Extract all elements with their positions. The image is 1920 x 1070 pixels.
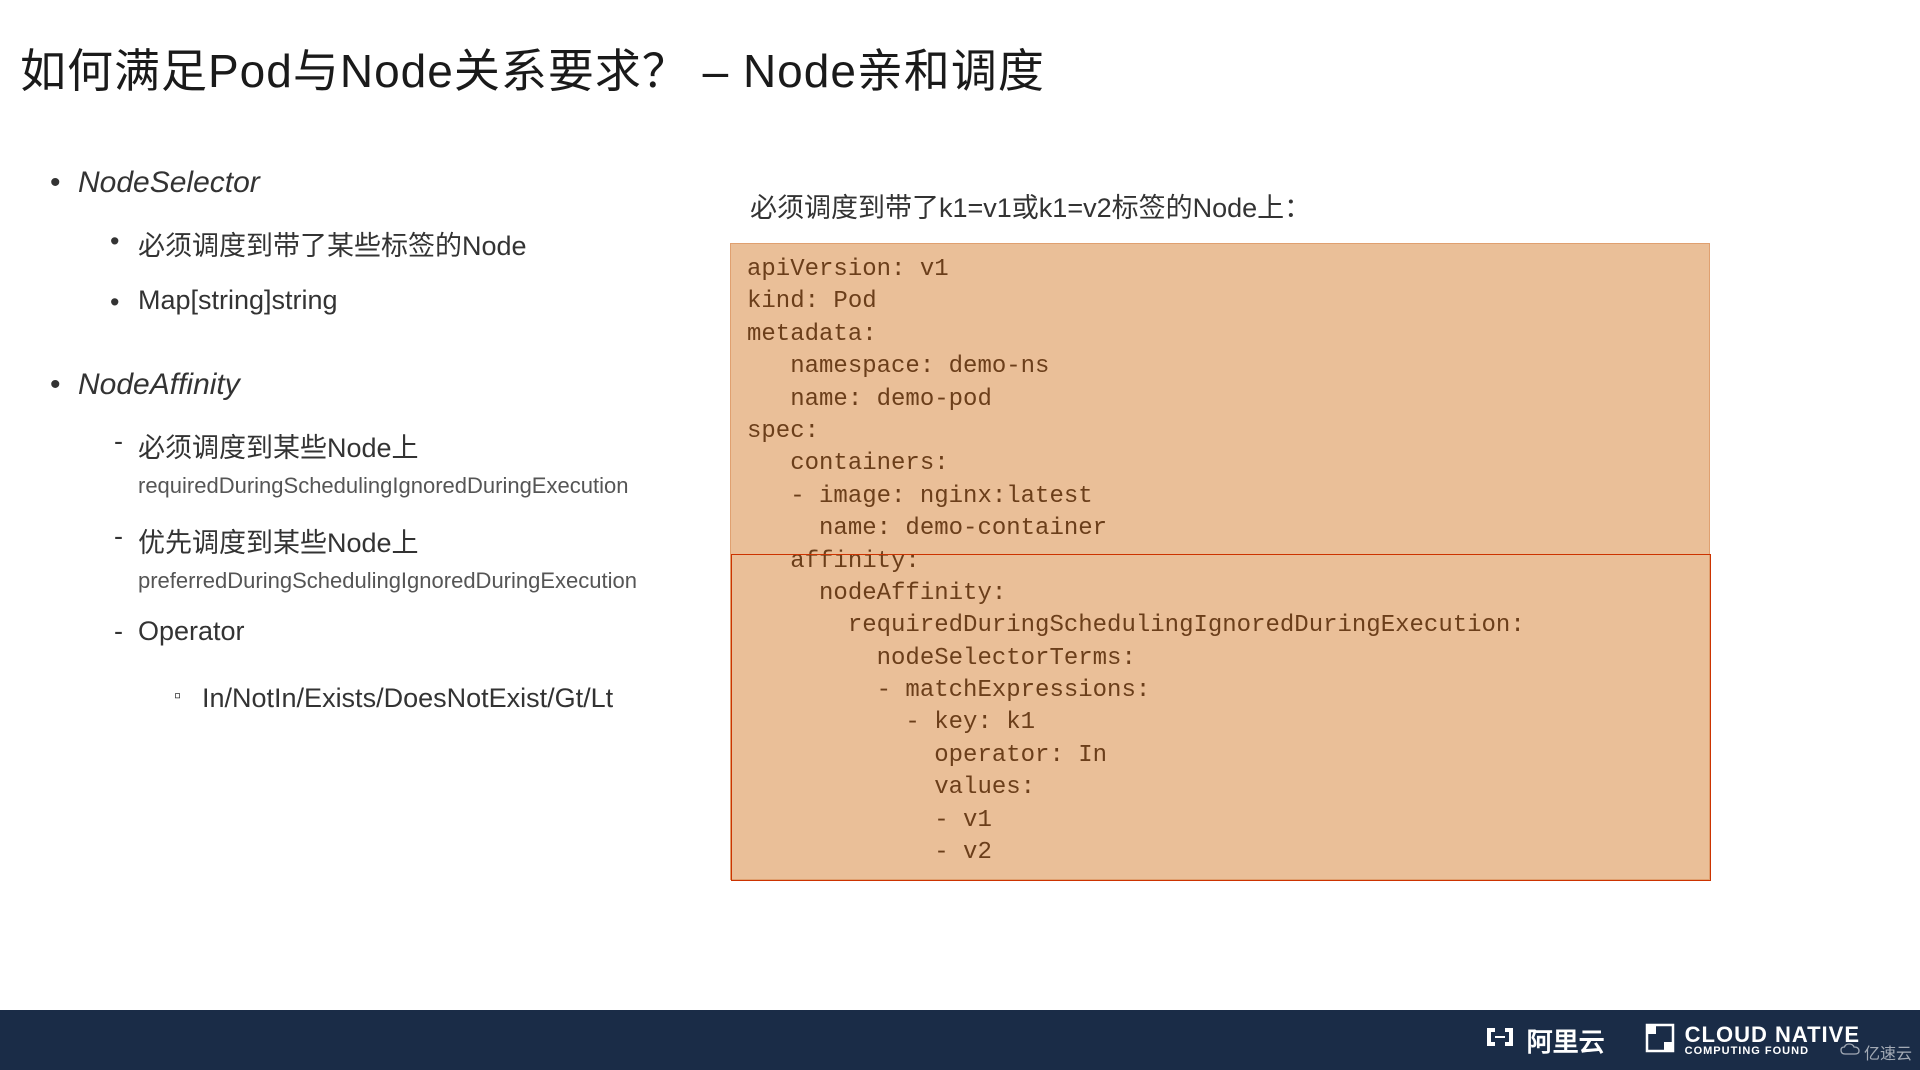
slide-content: NodeSelector 必须调度到带了某些标签的Node Map[string…	[0, 126, 1920, 880]
aliyun-icon	[1483, 1024, 1517, 1057]
brand-cncf-sub: COMPUTING FOUND	[1685, 1046, 1860, 1057]
bullet-nodeselector-item-2: Map[string]string	[110, 285, 690, 316]
bullet-affinity-required-sub: requiredDuringSchedulingIgnoredDuringExe…	[138, 473, 690, 499]
bullet-nodeselector: NodeSelector	[50, 166, 690, 200]
footer-bar: 阿里云 CLOUD NATIVE COMPUTING FOUND 亿速云	[0, 1010, 1920, 1070]
right-column: 必须调度到带了k1=v1或k1=v2标签的Node上： apiVersion: …	[730, 166, 1900, 880]
watermark-text: 亿速云	[1864, 1040, 1912, 1064]
watermark-icon	[1840, 1043, 1860, 1062]
left-column: NodeSelector 必须调度到带了某些标签的Node Map[string…	[50, 166, 690, 880]
watermark: 亿速云	[1840, 1040, 1912, 1064]
bullet-affinity-operator: Operator	[110, 616, 690, 647]
cncf-icon	[1645, 1023, 1675, 1058]
bullet-nodeaffinity: NodeAffinity	[50, 368, 690, 402]
brand-cncf-main: CLOUD NATIVE	[1685, 1024, 1860, 1046]
brand-cncf: CLOUD NATIVE COMPUTING FOUND	[1645, 1023, 1860, 1058]
yaml-code-block: apiVersion: v1 kind: Pod metadata: names…	[730, 243, 1710, 880]
brand-aliyun: 阿里云	[1483, 1022, 1605, 1059]
code-heading: 必须调度到带了k1=v1或k1=v2标签的Node上：	[730, 186, 1900, 225]
brand-aliyun-text: 阿里云	[1527, 1022, 1605, 1059]
bullet-affinity-preferred-sub: preferredDuringSchedulingIgnoredDuringEx…	[138, 568, 690, 594]
yaml-code-text: apiVersion: v1 kind: Pod metadata: names…	[747, 256, 1525, 866]
bullet-affinity-operator-values: In/NotIn/Exists/DoesNotExist/Gt/Lt	[170, 683, 690, 714]
bullet-affinity-required: 必须调度到某些Node上	[110, 426, 690, 465]
slide-title: 如何满足Pod与Node关系要求？ – Node亲和调度	[0, 0, 1920, 126]
bullet-affinity-preferred: 优先调度到某些Node上	[110, 521, 690, 560]
bullet-nodeselector-item-1: 必须调度到带了某些标签的Node	[110, 224, 690, 263]
